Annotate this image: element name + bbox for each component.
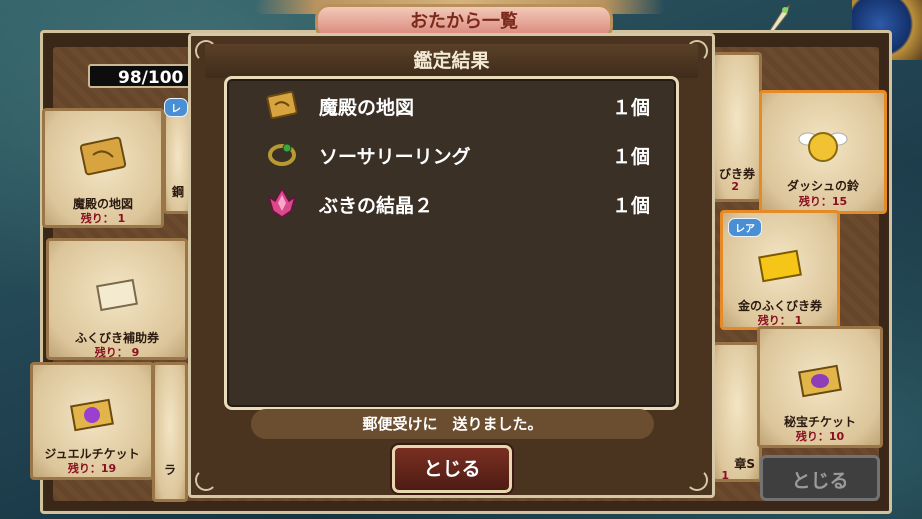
gold-ticket-icon: [758, 249, 802, 283]
tile-partial-right-bottom[interactable]: 章S 1: [712, 342, 762, 482]
tile-remaining: 残り：19: [67, 462, 117, 475]
item-quantity: １個: [611, 97, 650, 119]
list-item: 魔殿の地図 １個: [227, 85, 676, 125]
item-counter: 98/100: [88, 64, 198, 88]
back-close-button[interactable]: とじる: [760, 455, 880, 501]
rare-badge: レ: [164, 98, 188, 117]
tile-hihou-ticket[interactable]: 秘宝チケット 残り：10: [757, 326, 883, 448]
golden-bell-icon: [798, 132, 848, 162]
tile-dash-bell[interactable]: ダッシュの鈴 残り：15: [759, 90, 887, 214]
tile-maden-map[interactable]: 魔殿の地図 残り： 1: [42, 108, 164, 228]
treasure-ticket-icon: [798, 364, 842, 398]
tile-jewel-ticket[interactable]: ジュエルチケット 残り：19: [30, 362, 154, 480]
item-quantity: １個: [611, 195, 650, 217]
tile-name: ダッシュの鈴: [786, 179, 859, 193]
jewel-ticket-icon: [70, 398, 114, 432]
list-item: ぶきの結晶２ １個: [227, 183, 676, 223]
weapon-crystal-icon: [267, 187, 297, 218]
tile-name: 章S: [734, 457, 755, 471]
tile-name: 鋼: [171, 185, 184, 199]
tile-remaining: 残り：15: [798, 195, 848, 208]
dialog-title: 鑑定結果: [205, 44, 698, 78]
close-button[interactable]: とじる: [392, 445, 512, 493]
tile-partial-left-bottom[interactable]: ラ: [152, 362, 188, 502]
tile-remaining: 残り： 9: [94, 346, 140, 359]
item-name: 魔殿の地図: [319, 97, 415, 119]
tile-fukubiki-ticket[interactable]: ふくびき補助券 残り： 9: [46, 238, 188, 360]
mailbox-notice: 郵便受けに 送りました。: [251, 409, 654, 439]
tile-remaining: 残り：10: [795, 430, 845, 443]
tile-name: ラ: [163, 463, 176, 477]
corner-ornament: [195, 469, 217, 491]
tile-remaining: 2: [731, 180, 739, 193]
tile-remaining: 残り： 1: [80, 212, 126, 225]
item-name: ぶきの結晶２: [319, 195, 434, 217]
sorcery-ring-icon: [268, 143, 296, 166]
treasure-map-icon: [266, 90, 298, 120]
tile-partial-right[interactable]: びき券 2: [712, 52, 762, 202]
list-item: ソーサリーリング １個: [227, 134, 676, 174]
tile-remaining: 1: [721, 469, 729, 482]
treasure-map-icon: [79, 136, 127, 176]
corner-ornament: [686, 469, 708, 491]
result-list: 魔殿の地図 １個 ソーサリーリング １個 ぶきの結晶２ １個: [224, 76, 679, 410]
appraisal-result-dialog: 鑑定結果 魔殿の地図 １個 ソーサリーリング １個 ぶきの結晶２ １個 郵便受け…: [188, 33, 715, 498]
rare-badge: レア: [728, 218, 762, 237]
ticket-icon: [96, 279, 138, 312]
item-quantity: １個: [611, 146, 650, 168]
item-name: ソーサリーリング: [319, 146, 471, 168]
